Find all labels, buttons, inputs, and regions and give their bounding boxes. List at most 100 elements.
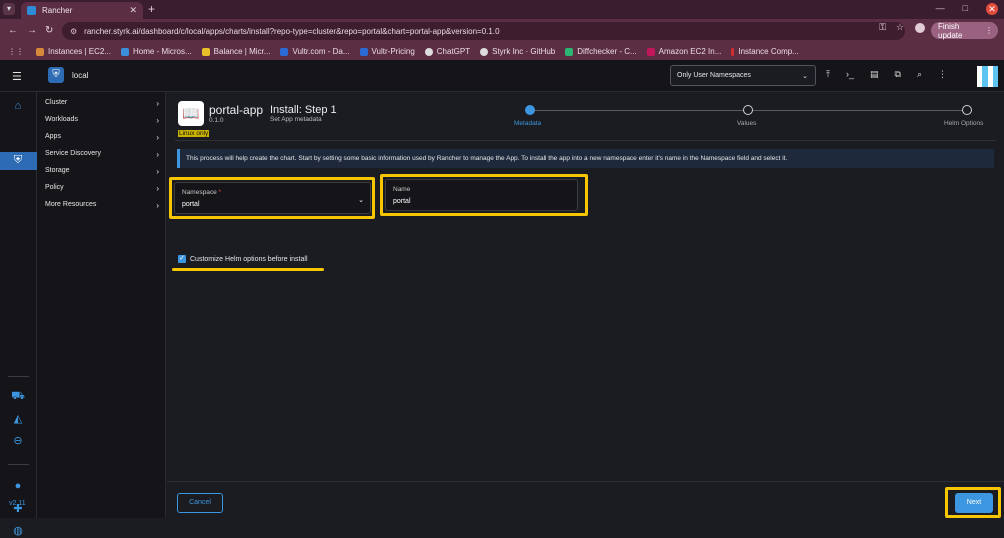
namespace-filter-value: Only User Namespaces — [677, 72, 751, 79]
chevron-right-icon: › — [156, 167, 159, 176]
rancher-version[interactable]: v2.11 — [9, 500, 26, 507]
sidebar-item-apps[interactable]: Apps › — [45, 133, 159, 142]
bookmark-label: Amazon EC2 In... — [658, 47, 722, 56]
copy-kubeconfig-icon[interactable]: ⧉ — [895, 69, 901, 80]
sidebar-item-workloads[interactable]: Workloads › — [45, 116, 159, 125]
profile-avatar-icon[interactable] — [915, 23, 925, 33]
step-values-dot[interactable] — [743, 105, 753, 115]
sidebar-item-cluster[interactable]: Cluster › — [45, 99, 159, 108]
bookmark-favicon-icon — [359, 47, 368, 56]
kubectl-shell-icon[interactable]: ›_ — [846, 69, 854, 80]
user-avatar[interactable] — [977, 66, 998, 87]
rancher-app: ☰ ⛨ local Only User Namespaces ⌄ ⤒ ›_ ▤ … — [0, 60, 1004, 537]
close-tab-icon[interactable]: ✕ — [129, 5, 137, 16]
bookmark-label: Diffchecker - C... — [577, 47, 637, 56]
more-options-icon[interactable]: ⋮ — [938, 69, 947, 80]
virtualization-icon[interactable]: ⊖ — [10, 434, 26, 448]
header-divider — [175, 140, 996, 141]
sidebar-item-policy[interactable]: Policy › — [45, 184, 159, 193]
users-icon[interactable]: ● — [10, 480, 26, 494]
cluster-management-icon[interactable]: ◭ — [10, 412, 26, 426]
sidebar-item-label: Cluster — [45, 99, 68, 106]
forward-icon[interactable]: → — [27, 25, 37, 36]
bookmark-favicon-icon — [36, 47, 44, 56]
next-button[interactable]: Next — [955, 493, 993, 513]
bookmark-item[interactable]: Home - Micros... — [121, 47, 192, 56]
browser-tab-rancher[interactable]: Rancher ✕ — [21, 2, 143, 19]
tab-search-button[interactable]: ▾ — [3, 3, 15, 15]
wizard-subtitle: Set App metadata — [270, 116, 322, 123]
kubeconfig-download-icon[interactable]: ▤ — [870, 69, 879, 80]
bookmark-item[interactable]: Diffchecker - C... — [565, 47, 637, 56]
chevron-down-icon: ⌄ — [358, 197, 364, 204]
site-info-icon[interactable]: ⚙ — [70, 27, 77, 36]
chevron-right-icon: › — [156, 116, 159, 125]
bookmark-item[interactable]: Instance Comp... — [731, 47, 799, 56]
bookmark-label: Instance Comp... — [738, 47, 799, 56]
namespace-filter-select[interactable]: Only User Namespaces ⌄ — [670, 65, 816, 86]
search-icon[interactable]: ⌕ — [917, 69, 922, 80]
customize-helm-checkbox[interactable]: ✓ — [178, 255, 186, 263]
global-settings-icon[interactable]: ◍ — [10, 524, 26, 538]
address-bar[interactable]: ⚙ rancher.styrk.ai/dashboard/c/local/app… — [62, 22, 905, 40]
bookmark-label: Vultr-Pricing — [371, 47, 415, 56]
required-marker: * — [218, 189, 222, 196]
window-controls: — □ ✕ — [936, 3, 998, 15]
bookmark-favicon-icon — [731, 47, 735, 56]
finish-update-label: Finish update — [938, 21, 963, 40]
install-wizard: 📖 portal-app 0.1.0 Linux only Install: S… — [167, 92, 1004, 518]
stepper-connector — [753, 110, 962, 111]
fleet-icon[interactable]: ⛟ — [10, 390, 26, 404]
sidebar-item-label: Workloads — [45, 116, 78, 123]
bookmark-item[interactable]: Styrk Inc · GitHub — [480, 47, 555, 56]
apps-grid-icon[interactable]: ⋮⋮ — [8, 47, 24, 56]
info-banner: This process will help create the chart.… — [177, 149, 994, 168]
chevron-right-icon: › — [156, 201, 159, 210]
stepper-connector — [535, 110, 743, 111]
sidebar-item-label: More Resources — [45, 201, 97, 208]
minimize-icon[interactable]: — — [936, 3, 945, 15]
chevron-right-icon: › — [156, 184, 159, 193]
namespace-select[interactable]: Namespace * portal ⌄ — [174, 182, 371, 214]
reload-icon[interactable]: ↻ — [45, 25, 53, 36]
bookmark-star-icon[interactable]: ☆ — [896, 22, 904, 33]
customize-highlight-underline — [172, 268, 324, 271]
cluster-local-icon[interactable]: ⛨ — [10, 154, 26, 168]
bookmark-favicon-icon — [280, 47, 289, 56]
close-window-icon[interactable]: ✕ — [986, 3, 998, 15]
step-helm-options-dot[interactable] — [962, 105, 972, 115]
cancel-button[interactable]: Cancel — [177, 493, 223, 513]
sidebar-item-service-discovery[interactable]: Service Discovery › — [45, 150, 159, 159]
home-icon[interactable]: ⌂ — [10, 100, 26, 114]
hamburger-menu-icon[interactable]: ☰ — [12, 70, 22, 83]
bookmark-label: Balance | Micr... — [213, 47, 271, 56]
sidebar-item-more-resources[interactable]: More Resources › — [45, 201, 159, 210]
url-text: rancher.styrk.ai/dashboard/c/local/apps/… — [84, 26, 500, 36]
info-banner-text: This process will help create the chart.… — [186, 155, 788, 162]
bookmark-item[interactable]: Balance | Micr... — [201, 47, 271, 56]
name-input[interactable]: Name portal — [385, 179, 578, 211]
bookmark-item[interactable]: ChatGPT — [424, 47, 470, 56]
password-key-icon[interactable]: ⚿ — [879, 22, 886, 33]
bookmark-item[interactable]: Vultr.com - Da... — [280, 47, 350, 56]
import-yaml-icon[interactable]: ⤒ — [826, 69, 830, 80]
cluster-name: local — [72, 71, 89, 80]
customize-helm-options-row[interactable]: ✓ Customize Helm options before install — [178, 255, 308, 263]
bookmark-item[interactable]: Vultr-Pricing — [359, 47, 415, 56]
finish-update-button[interactable]: Finish update ⋮ — [931, 21, 998, 40]
top-bar-actions: ⤒ ›_ ▤ ⧉ ⌕ ⋮ — [826, 69, 947, 80]
back-icon[interactable]: ← — [8, 25, 18, 36]
chart-name: portal-app — [209, 103, 264, 117]
chevron-right-icon: › — [156, 99, 159, 108]
bookmark-favicon-icon — [201, 47, 210, 56]
bookmark-item[interactable]: Instances | EC2... — [36, 47, 111, 56]
left-rail: ⌂ ⛨ ⛟ ◭ ⊖ ● ✚ ◍ v2.11 — [0, 92, 37, 537]
step-metadata-dot[interactable] — [525, 105, 535, 115]
sidebar-item-storage[interactable]: Storage › — [45, 167, 159, 176]
bookmark-item[interactable]: Amazon EC2 In... — [646, 47, 722, 56]
maximize-icon[interactable]: □ — [963, 3, 968, 15]
bookmark-label: Styrk Inc · GitHub — [492, 47, 556, 56]
new-tab-button[interactable]: + — [148, 2, 155, 16]
app-top-bar: ☰ ⛨ local Only User Namespaces ⌄ ⤒ ›_ ▤ … — [0, 60, 1004, 92]
footer-divider — [167, 481, 1004, 482]
